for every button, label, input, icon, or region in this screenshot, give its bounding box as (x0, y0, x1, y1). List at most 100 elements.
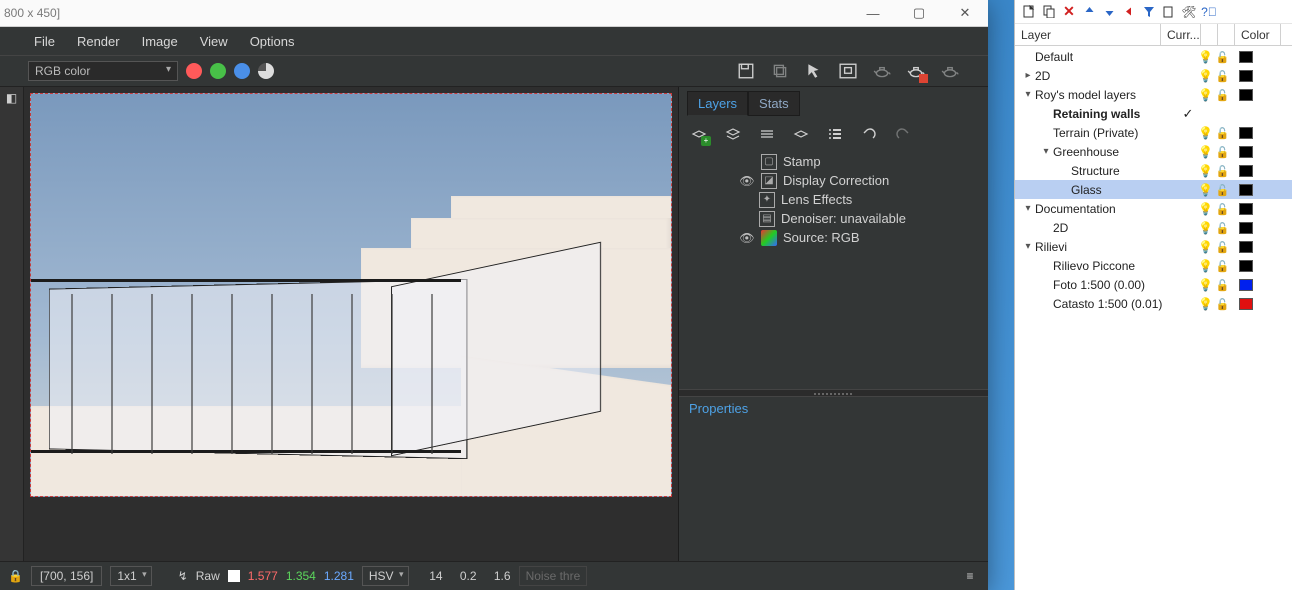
visibility-icon[interactable]: 💡 (1197, 50, 1214, 64)
lock-icon[interactable]: 🔓 (1214, 164, 1231, 178)
menu-render[interactable]: Render (67, 30, 130, 53)
noise-threshold[interactable]: Noise thre (519, 566, 588, 586)
maximize-button[interactable]: ▢ (896, 0, 942, 27)
tree-denoiser[interactable]: ▤ Denoiser: unavailable (685, 209, 982, 228)
layer-row[interactable]: Structure💡🔓 (1015, 161, 1292, 180)
layer-color-swatch[interactable] (1231, 240, 1277, 254)
visibility-icon[interactable]: 💡 (1197, 297, 1214, 311)
visibility-icon[interactable]: 💡 (1197, 69, 1214, 83)
tree-stamp[interactable]: ▢ Stamp (685, 152, 982, 171)
close-button[interactable]: ✕ (942, 0, 988, 27)
hdr-layer[interactable]: Layer (1015, 24, 1161, 45)
layer-color-swatch[interactable] (1231, 88, 1277, 102)
save-icon[interactable] (736, 61, 756, 81)
layer-row[interactable]: Foto 1:500 (0.00)💡🔓 (1015, 275, 1292, 294)
layer-color-swatch[interactable] (1231, 202, 1277, 216)
expand-icon[interactable]: ▸ (1021, 70, 1035, 81)
expand-icon[interactable]: ▾ (1021, 241, 1035, 252)
lock-icon[interactable]: 🔓 (1214, 69, 1231, 83)
delete-layer-icon[interactable]: ✕ (1061, 4, 1077, 20)
layer-color-swatch[interactable] (1231, 69, 1277, 83)
layer-color-swatch[interactable] (1231, 221, 1277, 235)
duplicate-icon[interactable] (770, 61, 790, 81)
lock-icon[interactable]: 🔓 (1214, 126, 1231, 140)
color-mode-select[interactable]: RGB color (28, 61, 178, 81)
layer-icon-2[interactable] (723, 124, 743, 144)
strip-tool-icon[interactable]: ◧ (0, 87, 23, 109)
new-sublayer-icon[interactable] (1041, 4, 1057, 20)
list-icon[interactable] (825, 124, 845, 144)
lock-icon[interactable]: 🔓 (1214, 202, 1231, 216)
redo-icon[interactable] (893, 124, 913, 144)
hdr-color[interactable]: Color (1235, 24, 1281, 45)
tree-source[interactable]: 👁 Source: RGB (685, 228, 982, 247)
layer-row[interactable]: Default💡🔓 (1015, 47, 1292, 66)
layer-row[interactable]: Terrain (Private)💡🔓 (1015, 123, 1292, 142)
eye-icon[interactable]: 👁 (739, 231, 755, 245)
visibility-icon[interactable]: 💡 (1197, 221, 1214, 235)
layer-row[interactable]: ▾Roy's model layers💡🔓 (1015, 85, 1292, 104)
layer-color-swatch[interactable] (1231, 297, 1277, 311)
layer-row[interactable]: ▾Greenhouse💡🔓 (1015, 142, 1292, 161)
visibility-icon[interactable]: 💡 (1197, 88, 1214, 102)
tree-lens-effects[interactable]: ✦ Lens Effects (685, 190, 982, 209)
layer-color-swatch[interactable] (1231, 164, 1277, 178)
visibility-icon[interactable]: 💡 (1197, 240, 1214, 254)
hdr-curr[interactable]: Curr... (1161, 24, 1201, 45)
menu-view[interactable]: View (190, 30, 238, 53)
visibility-icon[interactable]: 💡 (1197, 126, 1214, 140)
lock-icon[interactable]: 🔓 (1214, 145, 1231, 159)
layer-row[interactable]: Catasto 1:500 (0.01)💡🔓 (1015, 294, 1292, 313)
hdr-lock[interactable] (1218, 24, 1235, 45)
lock-icon[interactable]: 🔓 (1214, 278, 1231, 292)
teapot-muted-icon[interactable] (940, 61, 960, 81)
layer-row[interactable]: ▾Documentation💡🔓 (1015, 199, 1292, 218)
tab-layers[interactable]: Layers (687, 91, 748, 116)
teapot-stop-icon[interactable] (906, 61, 926, 81)
channel-alpha-icon[interactable] (258, 63, 274, 79)
tab-stats[interactable]: Stats (748, 91, 800, 116)
lock-icon[interactable]: 🔒 (8, 569, 23, 583)
layer-row[interactable]: ▸2D💡🔓 (1015, 66, 1292, 85)
layer-row[interactable]: ▾Rilievi💡🔓 (1015, 237, 1292, 256)
lock-icon[interactable]: 🔓 (1214, 88, 1231, 102)
hsv-select[interactable]: HSV (362, 566, 409, 586)
move-left-icon[interactable] (1121, 4, 1137, 20)
tree-display-correction[interactable]: 👁◪ Display Correction (685, 171, 982, 190)
render-viewport[interactable] (30, 93, 672, 497)
splitter[interactable] (679, 389, 988, 397)
lock-icon[interactable]: 🔓 (1214, 297, 1231, 311)
layer-color-swatch[interactable] (1231, 126, 1277, 140)
layer-color-swatch[interactable] (1231, 183, 1277, 197)
menu-file[interactable]: File (24, 30, 65, 53)
lock-icon[interactable]: 🔓 (1214, 259, 1231, 273)
menu-options[interactable]: Options (240, 30, 305, 53)
layer-props-icon[interactable] (1161, 4, 1177, 20)
channel-blue-icon[interactable] (234, 63, 250, 79)
menu-image[interactable]: Image (132, 30, 188, 53)
visibility-icon[interactable]: 💡 (1197, 259, 1214, 273)
move-down-icon[interactable] (1101, 4, 1117, 20)
tools-icon[interactable]: 🛠 (1181, 4, 1197, 20)
visibility-icon[interactable]: 💡 (1197, 145, 1214, 159)
lock-icon[interactable]: 🔓 (1214, 240, 1231, 254)
cursor-select-icon[interactable] (804, 61, 824, 81)
expand-icon[interactable]: ▾ (1021, 89, 1035, 100)
properties-header[interactable]: Properties (679, 397, 988, 420)
layer-color-swatch[interactable] (1231, 145, 1277, 159)
lock-icon[interactable]: 🔓 (1214, 50, 1231, 64)
minimize-button[interactable]: ― (850, 0, 896, 27)
add-layer-icon[interactable] (689, 124, 709, 144)
move-up-icon[interactable] (1081, 4, 1097, 20)
layer-icon-4[interactable] (791, 124, 811, 144)
channel-green-icon[interactable] (210, 63, 226, 79)
settings-icon[interactable]: ≡ (960, 566, 980, 586)
expand-icon[interactable]: ▾ (1021, 203, 1035, 214)
layer-icon-3[interactable] (757, 124, 777, 144)
layer-row[interactable]: Retaining walls✓ (1015, 104, 1292, 123)
visibility-icon[interactable]: 💡 (1197, 278, 1214, 292)
channel-red-icon[interactable] (186, 63, 202, 79)
visibility-icon[interactable]: 💡 (1197, 164, 1214, 178)
region-icon[interactable] (838, 61, 858, 81)
hdr-bulb[interactable] (1201, 24, 1218, 45)
